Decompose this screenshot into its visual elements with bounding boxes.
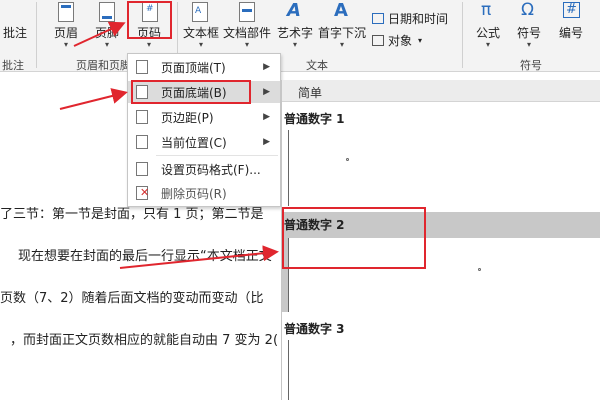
- drop-cap-button[interactable]: A 首字下沉 ▾: [317, 0, 367, 56]
- document-line: 了三节：第一节是封面，只有 1 页；第二节是: [0, 207, 264, 222]
- bottom-of-page-highlight: [131, 80, 251, 104]
- menu-item-label: 页边距(P): [161, 110, 214, 125]
- format-page-number-icon: [136, 162, 148, 176]
- chevron-down-icon: ▾: [104, 40, 109, 49]
- object-icon: [372, 34, 384, 46]
- plain-number-2-highlight: [282, 207, 426, 269]
- gallery-option-plain-number-3[interactable]: [288, 340, 600, 400]
- omega-icon: Ω: [521, 0, 534, 20]
- wordart-button[interactable]: A 艺术字 ▾: [275, 0, 315, 56]
- ribbon: 批注 批注 页眉 ▾ 页脚 ▾ # 页码 ▾ 页眉和页脚 A 文本框 ▾ 文档部…: [0, 0, 600, 72]
- gallery-option-plain-number-1[interactable]: [288, 130, 600, 206]
- menu-item-remove-page-numbers[interactable]: ✕ 删除页码(R): [128, 182, 280, 204]
- page-number-placeholder: [346, 158, 349, 161]
- symbol-button[interactable]: Ω 符号 ▾: [511, 0, 547, 56]
- text-box-button[interactable]: A 文本框 ▾: [182, 0, 220, 56]
- comment-icon: [3, 0, 27, 26]
- quick-parts-icon: [235, 0, 259, 26]
- comment-label: 批注: [2, 26, 27, 40]
- document-line: 页数（7、2）随着后面文档的变动而变动（比: [0, 291, 264, 306]
- group-label-header-footer: 页眉和页脚: [76, 59, 131, 72]
- chevron-down-icon: ▾: [146, 40, 151, 49]
- comment-button[interactable]: 批注: [0, 0, 30, 56]
- wordart-icon: A: [287, 0, 301, 21]
- object-button[interactable]: 对象 ▾: [372, 32, 422, 48]
- wordart-label: 艺术字: [276, 26, 313, 40]
- group-separator: [36, 2, 37, 68]
- text-box-icon: A: [189, 0, 213, 26]
- object-label: 对象: [388, 33, 413, 48]
- remove-page-number-icon: ✕: [136, 186, 149, 200]
- chevron-right-icon: ▶: [263, 62, 270, 72]
- header-label: 页眉: [53, 26, 78, 40]
- menu-item-label: 删除页码(R): [161, 186, 227, 201]
- chevron-down-icon: ▾: [292, 40, 297, 49]
- document-line: 现在想要在封面的最后一行显示“本文档正文: [18, 249, 272, 264]
- footer-label: 页脚: [94, 26, 119, 40]
- menu-divider: [156, 155, 278, 156]
- chevron-down-icon: ▾: [339, 40, 344, 49]
- menu-item-format-page-numbers[interactable]: 设置页码格式(F)...: [128, 158, 280, 180]
- page-number-menu: 页面顶端(T) ▶ 页面底端(B) ▶ 页边距(P) ▶ 当前位置(C) ▶ 设…: [127, 53, 281, 207]
- menu-item-top-of-page[interactable]: 页面顶端(T) ▶: [128, 56, 280, 78]
- chevron-right-icon: ▶: [263, 87, 270, 97]
- header-button[interactable]: 页眉 ▾: [50, 0, 82, 56]
- document-line: ，而封面正文页数相应的就能自动由 7 变为 2(: [10, 333, 279, 348]
- numbering-icon: #: [559, 0, 583, 26]
- menu-item-label: 设置页码格式(F)...: [161, 162, 261, 177]
- chevron-down-icon: ▾: [63, 40, 68, 49]
- page-number-gallery: 简单 普通数字 1 普通数字 2 普通数字 3: [281, 80, 600, 400]
- quick-parts-label: 文档部件: [222, 26, 271, 40]
- equation-button[interactable]: π 公式 ▾: [470, 0, 506, 56]
- quick-parts-button[interactable]: 文档部件 ▾: [222, 0, 272, 56]
- date-time-button[interactable]: 日期和时间: [372, 10, 448, 26]
- chevron-down-icon: ▾: [418, 35, 423, 45]
- group-label-comments: 批注: [2, 59, 24, 72]
- footer-button[interactable]: 页脚 ▾: [91, 0, 123, 56]
- chevron-down-icon: ▾: [485, 40, 490, 49]
- numbering-label: 编号: [558, 26, 583, 40]
- gallery-header: 简单: [282, 80, 600, 102]
- gallery-section-title: 普通数字 3: [284, 322, 345, 336]
- chevron-down-icon: ▾: [198, 40, 203, 49]
- numbering-button[interactable]: # 编号: [553, 0, 589, 56]
- page-number-highlight: [127, 1, 172, 39]
- drop-cap-icon: A: [334, 0, 348, 21]
- gallery-category-label: 简单: [298, 86, 323, 100]
- chevron-right-icon: ▶: [263, 137, 270, 147]
- menu-item-label: 当前位置(C): [161, 135, 227, 150]
- page-top-icon: [136, 60, 148, 74]
- symbol-label: 符号: [516, 26, 541, 40]
- menu-item-page-margins[interactable]: 页边距(P) ▶: [128, 106, 280, 128]
- gallery-section-title: 普通数字 1: [284, 112, 345, 126]
- calendar-icon: [372, 12, 384, 24]
- drop-cap-label: 首字下沉: [317, 26, 366, 40]
- pi-icon: π: [481, 0, 492, 20]
- chevron-right-icon: ▶: [263, 112, 270, 122]
- menu-item-current-position[interactable]: 当前位置(C) ▶: [128, 131, 280, 153]
- chevron-down-icon: ▾: [526, 40, 531, 49]
- text-box-label: 文本框: [182, 26, 219, 40]
- date-time-label: 日期和时间: [388, 11, 449, 26]
- group-label-text: 文本: [306, 59, 328, 72]
- header-icon: [54, 0, 78, 26]
- chevron-down-icon: ▾: [244, 40, 249, 49]
- menu-item-label: 页面顶端(T): [161, 60, 226, 75]
- page-number-placeholder: [478, 268, 481, 271]
- equation-label: 公式: [475, 26, 500, 40]
- page-margin-icon: [136, 110, 148, 124]
- group-separator: [462, 2, 463, 68]
- current-position-icon: [136, 135, 148, 149]
- footer-icon: [95, 0, 119, 26]
- group-label-symbols: 符号: [520, 59, 542, 72]
